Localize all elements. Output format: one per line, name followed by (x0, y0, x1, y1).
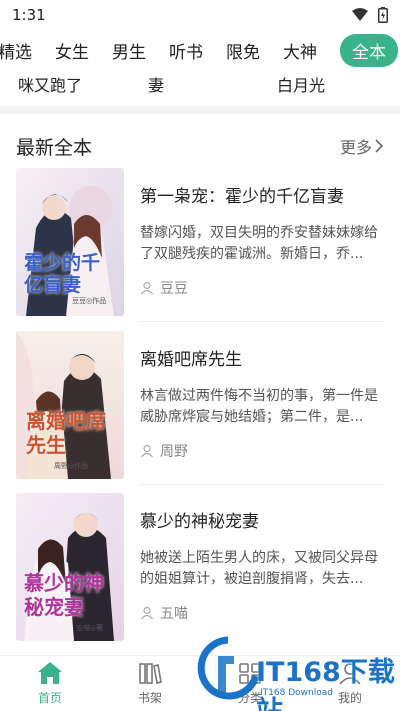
tab-dashen[interactable]: 大神 (283, 38, 317, 63)
cover-title: 霍少的千亿盲妻 (24, 252, 101, 296)
book-item[interactable]: 霍少的千亿盲妻 豆豆◎作品 第一枭宠：霍少的千亿盲妻 替嫁闪婚，双目失明的乔安替… (16, 168, 384, 316)
book-cover[interactable]: 慕少的神秘宠妻 五喵◎著 (16, 493, 124, 641)
bookshelf-icon (139, 663, 162, 684)
author-name: 豆豆 (160, 281, 188, 297)
nav-profile-label: 我的 (337, 691, 362, 705)
chevron-right-icon (375, 139, 384, 153)
nav-home-label: 首页 (37, 691, 62, 705)
book-title[interactable]: 离婚吧席先生 (140, 349, 384, 371)
profile-icon (339, 663, 361, 685)
more-button[interactable]: 更多 (340, 134, 384, 158)
book-cover[interactable]: 霍少的千亿盲妻 豆豆◎作品 (16, 168, 124, 316)
book-info: 离婚吧席先生 林言做过两件悔不当初的事，第一件是威胁席烨宸与她结婚；第二件，是.… (140, 331, 384, 479)
book-info: 慕少的神秘宠妻 她被送上陌生男人的床，又被同父异母的姐姐算计，被迫剖腹捐肾，失去… (140, 493, 384, 641)
list-divider (140, 484, 384, 485)
home-icon (38, 662, 62, 684)
battery-icon (378, 7, 388, 23)
user-icon (141, 444, 153, 458)
tab-nvsheng[interactable]: 女生 (55, 38, 89, 63)
tab-xianmian[interactable]: 限免 (226, 38, 260, 63)
book-description: 替嫁闪婚，双目失明的乔安替妹妹嫁给了双腿残疾的霍诚洲。新婚日，乔... (140, 225, 378, 262)
nav-home[interactable]: 首页 (10, 661, 90, 706)
tab-nansheng[interactable]: 男生 (112, 38, 146, 63)
peek-title[interactable]: 妻 (148, 72, 164, 96)
nav-category-label: 分类 (237, 691, 262, 705)
peek-title[interactable]: 咪又跑了 (18, 72, 82, 96)
nav-profile[interactable]: 我的 (310, 661, 390, 706)
user-icon (141, 606, 153, 620)
status-time: 1:31 (12, 6, 46, 24)
section-title: 最新全本 (16, 136, 93, 159)
user-icon (141, 281, 153, 295)
section-header: 最新全本 更多 (0, 128, 400, 164)
book-author: 五喵 (140, 603, 188, 623)
book-author: 豆豆 (140, 278, 188, 298)
book-item[interactable]: 离婚吧席先生 周野◎作品 离婚吧席先生 林言做过两件悔不当初的事，第一件是威胁席… (16, 331, 384, 479)
author-name: 周野 (160, 444, 188, 460)
cover-title: 离婚吧席先生 (26, 409, 106, 457)
peek-title[interactable]: 白月光 (277, 72, 325, 96)
book-cover[interactable]: 离婚吧席先生 周野◎作品 (16, 331, 124, 479)
previous-row-titles: 咪又跑了 妻 白月光 (0, 70, 400, 98)
category-tabs: 精选 女生 男生 听书 限免 大神 全本 (0, 30, 400, 70)
nav-category[interactable]: 分类 (210, 661, 290, 706)
book-author: 周野 (140, 441, 188, 461)
list-divider (140, 321, 384, 322)
book-item[interactable]: 慕少的神秘宠妻 五喵◎著 慕少的神秘宠妻 她被送上陌生男人的床，又被同父异母的姐… (16, 493, 384, 641)
book-title[interactable]: 慕少的神秘宠妻 (140, 511, 384, 533)
cover-title: 慕少的神秘宠妻 (24, 571, 104, 619)
nav-bookshelf-label: 书架 (137, 691, 162, 705)
section-divider (0, 106, 400, 114)
book-title[interactable]: 第一枭宠：霍少的千亿盲妻 (140, 186, 384, 208)
tab-tingshu[interactable]: 听书 (169, 38, 203, 63)
book-description: 她被送上陌生男人的床，又被同父异母的姐姐算计，被迫剖腹捐肾，失去... (140, 550, 378, 587)
cover-author: 豆豆◎作品 (72, 297, 107, 305)
bottom-navigation: 首页 书架 分类 我的 (0, 655, 400, 711)
tab-quanben[interactable]: 全本 (340, 33, 398, 67)
tab-jingxuan[interactable]: 精选 (0, 38, 32, 63)
book-description: 林言做过两件悔不当初的事，第一件是威胁席烨宸与她结婚；第二件，是... (140, 388, 378, 425)
nav-bookshelf[interactable]: 书架 (110, 661, 190, 706)
status-bar: 1:31 (0, 0, 400, 30)
wifi-icon (352, 8, 368, 21)
cover-author: 五喵◎著 (76, 624, 104, 632)
more-label: 更多 (339, 138, 372, 157)
status-icons (352, 7, 388, 23)
book-info: 第一枭宠：霍少的千亿盲妻 替嫁闪婚，双目失明的乔安替妹妹嫁给了双腿残疾的霍诚洲。… (140, 168, 384, 316)
author-name: 五喵 (160, 606, 188, 622)
cover-author: 周野◎作品 (54, 462, 89, 470)
category-icon (239, 663, 261, 684)
